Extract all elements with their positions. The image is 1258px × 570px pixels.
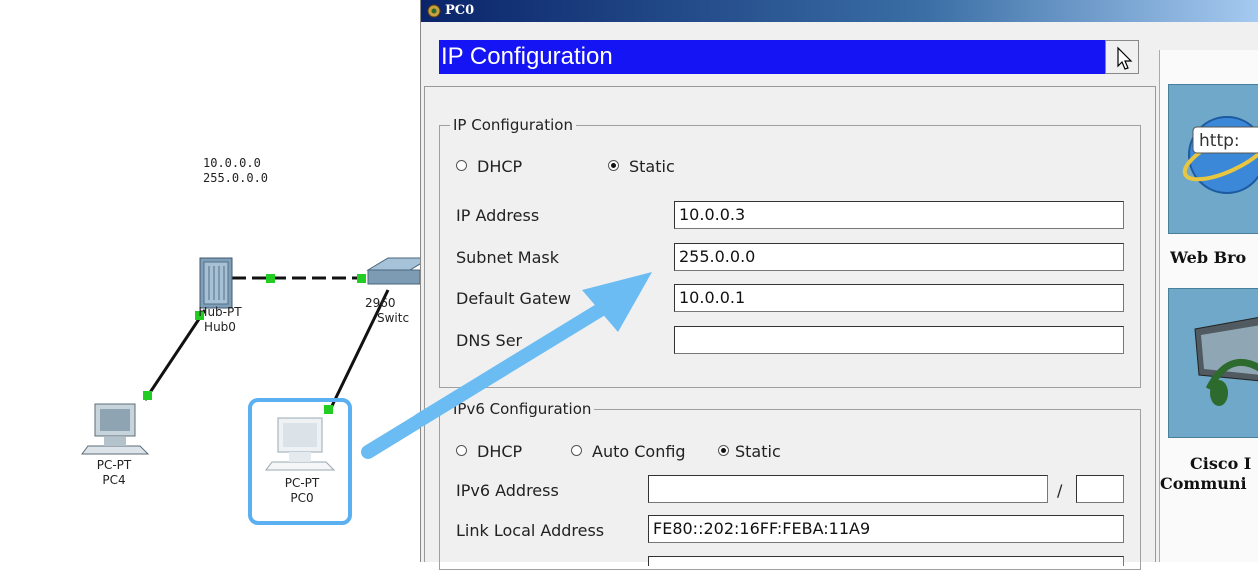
ipv6-auto-radio[interactable]: Auto Config bbox=[571, 442, 686, 461]
pc-config-window: PC0 IP Configuration IP Configuration DH… bbox=[420, 0, 1258, 570]
link-endpoint bbox=[266, 274, 275, 283]
hub-type: Hub-PT bbox=[198, 305, 242, 319]
ipv6-dhcp-radio[interactable]: DHCP bbox=[456, 442, 522, 461]
switch-label: 2960 Switc bbox=[365, 296, 420, 326]
ipv6-address-field[interactable] bbox=[648, 475, 1048, 503]
header-close-button[interactable] bbox=[1105, 40, 1139, 74]
prefix-slash: / bbox=[1057, 481, 1063, 500]
ipv6-address-label: IPv6 Address bbox=[456, 481, 559, 500]
hub-label: Hub-PT Hub0 bbox=[190, 305, 250, 335]
radio-off-icon bbox=[571, 445, 582, 456]
ipv4-legend: IP Configuration bbox=[453, 116, 573, 134]
link-endpoint bbox=[324, 405, 333, 414]
dns-server-label: DNS Ser bbox=[456, 331, 523, 350]
pc4-name: PC4 bbox=[102, 473, 126, 487]
ipv6-dhcp-label: DHCP bbox=[477, 442, 523, 461]
desktop-apps-panel: http: Web Bro Cisco I Communi bbox=[1159, 50, 1258, 562]
default-gateway-field[interactable]: 10.0.0.1 bbox=[674, 284, 1124, 312]
cisco-label-line2: Communi bbox=[1160, 474, 1247, 493]
cisco-label-line1: Cisco I bbox=[1190, 454, 1252, 473]
pc0-label: PC-PT PC0 bbox=[272, 476, 332, 506]
radio-off-icon bbox=[456, 160, 467, 171]
cisco-communicator-tile[interactable] bbox=[1168, 288, 1258, 438]
pc-icon[interactable] bbox=[265, 417, 336, 471]
switch-icon[interactable] bbox=[366, 257, 420, 285]
web-browser-tile[interactable]: http: bbox=[1168, 84, 1258, 234]
subnet-mask-label: Subnet Mask bbox=[456, 248, 560, 267]
subnet-mask-field[interactable]: 255.0.0.0 bbox=[674, 243, 1124, 271]
pc4-type: PC-PT bbox=[96, 458, 132, 472]
switch-name: Switc bbox=[377, 311, 410, 325]
switch-type: 2960 bbox=[365, 296, 396, 310]
web-browser-label: Web Bro bbox=[1170, 248, 1247, 267]
pc4-label: PC-PT PC4 bbox=[84, 458, 144, 488]
ip-address-label: IP Address bbox=[456, 206, 540, 225]
ipv6-auto-label: Auto Config bbox=[592, 442, 686, 461]
radio-on-icon bbox=[718, 445, 729, 456]
ipv4-dhcp-radio[interactable]: DHCP bbox=[456, 157, 522, 176]
network-label: 10.0.0.0 255.0.0.0 bbox=[203, 156, 268, 186]
link-endpoint bbox=[357, 274, 366, 283]
pc-icon[interactable] bbox=[81, 403, 150, 455]
headset-monitor-icon bbox=[1194, 317, 1258, 406]
section-header: IP Configuration bbox=[439, 40, 1127, 74]
network-address: 10.0.0.0 bbox=[203, 156, 261, 170]
network-mask: 255.0.0.0 bbox=[203, 171, 269, 185]
topology-canvas[interactable]: 10.0.0.0 255.0.0.0 Hub-PT Hub0 2960 Swit… bbox=[0, 0, 420, 562]
ipv4-static-radio[interactable]: Static bbox=[608, 157, 675, 176]
app-logo-icon bbox=[427, 4, 441, 18]
link-endpoint bbox=[143, 391, 152, 400]
default-gateway-label: Default Gatew bbox=[456, 289, 571, 308]
annotation-arrow bbox=[361, 411, 420, 459]
ip-address-field[interactable]: 10.0.0.3 bbox=[674, 201, 1124, 229]
ipv6-static-label: Static bbox=[735, 442, 781, 461]
link-local-field[interactable]: FE80::202:16FF:FEBA:11A9 bbox=[648, 515, 1124, 543]
link-local-label: Link Local Address bbox=[456, 521, 605, 540]
ipv6-legend: IPv6 Configuration bbox=[453, 400, 592, 418]
ipv4-static-label: Static bbox=[629, 157, 675, 176]
ipv6-prefix-field[interactable] bbox=[1076, 475, 1124, 503]
radio-on-icon bbox=[608, 160, 619, 171]
pc0-name: PC0 bbox=[290, 491, 314, 505]
hub-icon[interactable] bbox=[199, 257, 233, 309]
cursor-icon bbox=[1117, 46, 1133, 70]
pc0-type: PC-PT bbox=[284, 476, 320, 490]
extra-field[interactable] bbox=[648, 556, 1124, 566]
ipv6-static-radio[interactable]: Static bbox=[718, 442, 781, 461]
hub-name: Hub0 bbox=[204, 320, 236, 334]
ipv4-dhcp-label: DHCP bbox=[477, 157, 523, 176]
browser-globe-icon: http: bbox=[1182, 116, 1258, 194]
dns-server-field[interactable] bbox=[674, 326, 1124, 354]
window-title: PC0 bbox=[445, 3, 475, 18]
browser-icon-text: http: bbox=[1199, 131, 1240, 151]
topology-links bbox=[81, 257, 420, 525]
radio-off-icon bbox=[456, 445, 467, 456]
window-titlebar[interactable]: PC0 bbox=[421, 0, 1258, 22]
